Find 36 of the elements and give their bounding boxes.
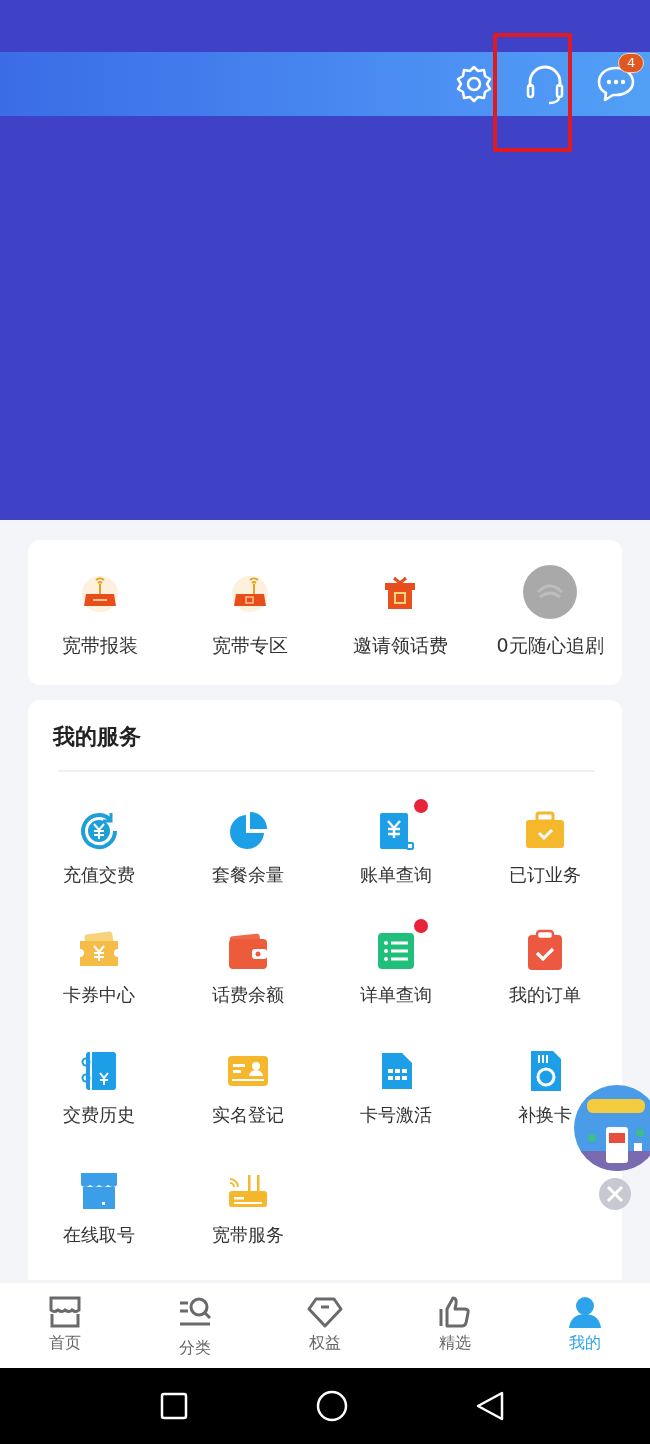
home-icon <box>47 1295 83 1329</box>
diamond-icon <box>307 1295 343 1329</box>
back-icon[interactable] <box>476 1391 504 1421</box>
quick-link[interactable]: 宽带报装 <box>62 633 138 659</box>
section-title: 我的服务 <box>51 723 142 751</box>
logo-circle-icon <box>522 564 578 620</box>
quick-link[interactable]: 0元随心追剧 <box>496 633 604 659</box>
category-search-icon <box>177 1295 213 1329</box>
tab[interactable]: 分类 <box>179 1338 211 1359</box>
user-icon <box>567 1295 603 1329</box>
service-item[interactable]: 宽带服务 <box>211 1222 284 1247</box>
quick-link[interactable]: 邀请领话费 <box>352 633 448 659</box>
service-item[interactable]: 套餐余量 <box>211 862 284 887</box>
tab[interactable]: 权益 <box>309 1333 341 1354</box>
service-item[interactable]: 充值交费 <box>63 862 136 887</box>
tab[interactable]: 首页 <box>49 1333 81 1354</box>
service-item[interactable]: 我的订单 <box>508 982 581 1007</box>
service-item[interactable]: 补换卡 <box>517 1102 572 1127</box>
recents-icon[interactable] <box>160 1392 188 1420</box>
service-item[interactable]: 已订业务 <box>508 862 581 887</box>
chat-icon[interactable] <box>596 65 636 103</box>
tab[interactable]: 精选 <box>439 1333 471 1354</box>
home-circle-icon[interactable] <box>316 1390 348 1422</box>
settings-icon[interactable] <box>454 64 494 104</box>
service-item[interactable]: 实名登记 <box>211 1102 284 1127</box>
service-item[interactable]: 卡号激活 <box>360 1102 433 1127</box>
service-item[interactable]: 详单查询 <box>360 982 433 1007</box>
service-item[interactable]: 卡券中心 <box>63 982 136 1007</box>
service-item[interactable]: 交费历史 <box>63 1102 136 1127</box>
service-item[interactable]: 账单查询 <box>360 862 433 887</box>
service-item[interactable]: 在线取号 <box>63 1222 136 1247</box>
thumbs-up-icon <box>437 1295 473 1329</box>
quick-link[interactable]: 宽带专区 <box>212 633 288 659</box>
service-item[interactable]: 话费余额 <box>211 982 284 1007</box>
message-count-badge: 4 <box>618 53 645 73</box>
headset-icon[interactable] <box>524 63 566 105</box>
